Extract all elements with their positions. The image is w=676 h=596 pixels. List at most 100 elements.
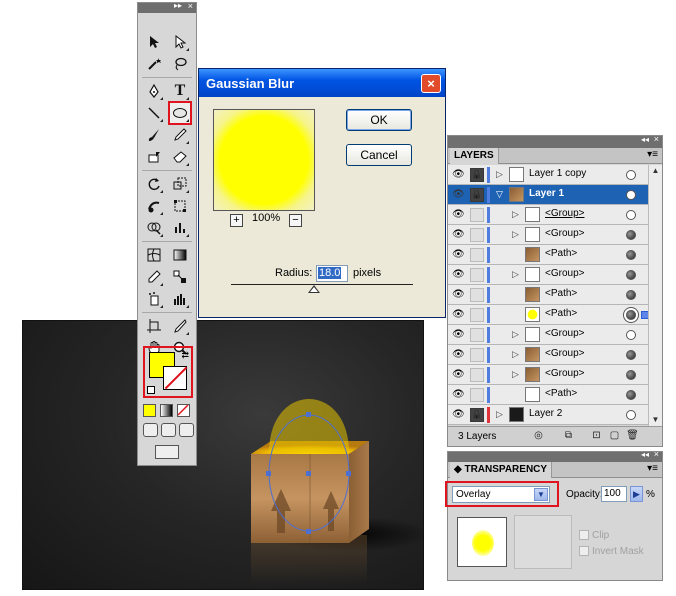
visibility-eye-icon[interactable]: 👁 <box>452 169 465 180</box>
clip-checkbox[interactable] <box>579 530 589 541</box>
close-icon[interactable]: × <box>421 74 441 93</box>
expand-triangle-icon[interactable]: ▷ <box>512 229 519 240</box>
visibility-eye-icon[interactable]: 👁 <box>452 229 465 240</box>
radius-slider-track[interactable] <box>231 284 413 285</box>
expand-triangle-icon[interactable]: ▷ <box>512 269 519 280</box>
transparency-panel-titlebar[interactable]: ◂◂ × <box>448 449 662 462</box>
draw-normal-button[interactable] <box>143 423 158 437</box>
default-colors-icon[interactable] <box>147 386 155 394</box>
lock-toggle[interactable] <box>470 288 484 302</box>
symbol-sprayer-tool[interactable] <box>144 289 164 309</box>
visibility-eye-icon[interactable]: 👁 <box>452 329 465 340</box>
expand-triangle-icon[interactable]: ▷ <box>512 349 519 360</box>
expand-triangle-icon[interactable]: ▷ <box>512 209 519 220</box>
layer-row[interactable]: 👁 ▷ <Group> <box>448 345 648 365</box>
panel-menu-icon[interactable]: ▾≡ <box>647 149 658 160</box>
visibility-eye-icon[interactable]: 👁 <box>452 389 465 400</box>
expand-triangle-icon[interactable]: ▷ <box>496 169 503 180</box>
blur-preview[interactable] <box>213 109 315 211</box>
layer-row[interactable]: 👁 ▷ <Group> <box>448 225 648 245</box>
scale-tool[interactable] <box>170 174 190 194</box>
clip-checkbox-row[interactable]: Clip <box>579 530 609 541</box>
chevron-down-icon[interactable]: ▼ <box>534 488 548 501</box>
visibility-eye-icon[interactable]: 👁 <box>452 409 465 420</box>
slice-tool[interactable] <box>170 316 190 336</box>
layer-row[interactable]: 👁 ▷ <Group> <box>448 265 648 285</box>
target-circle-icon[interactable] <box>626 310 636 320</box>
type-tool[interactable]: T <box>170 81 190 101</box>
close-icon[interactable]: × <box>188 1 193 11</box>
target-circle-icon[interactable] <box>626 370 636 380</box>
tools-panel-titlebar[interactable]: ▸▸ × <box>138 1 196 13</box>
target-circle-icon[interactable] <box>626 210 636 220</box>
close-icon[interactable]: × <box>654 449 659 459</box>
lock-toggle[interactable] <box>470 328 484 342</box>
lock-toggle[interactable] <box>470 308 484 322</box>
visibility-eye-icon[interactable]: 👁 <box>452 289 465 300</box>
blend-mode-select[interactable]: Overlay ▼ <box>452 486 550 503</box>
pencil-tool[interactable] <box>170 125 190 145</box>
tab-transparency[interactable]: ◆ TRANSPARENCY <box>450 462 553 478</box>
dialog-titlebar[interactable]: Gaussian Blur × <box>199 69 445 97</box>
layer-row[interactable]: 👁 🔒 ▷ Layer 2 <box>448 405 648 425</box>
none-mode-button[interactable] <box>177 404 190 417</box>
selection-tool[interactable] <box>144 32 164 52</box>
target-circle-icon[interactable] <box>626 390 636 400</box>
delete-layer-icon[interactable]: 🗑 <box>626 430 639 443</box>
visibility-eye-icon[interactable]: 👁 <box>452 369 465 380</box>
direct-selection-tool[interactable] <box>170 32 190 52</box>
eraser-tool[interactable] <box>170 147 190 167</box>
zoom-in-button[interactable]: + <box>230 214 243 227</box>
target-circle-icon[interactable] <box>626 170 636 180</box>
locate-object-icon[interactable]: ◎ <box>532 430 545 443</box>
graph-tool[interactable] <box>170 218 190 238</box>
eyedropper-tool[interactable] <box>144 267 164 287</box>
ellipse-tool[interactable] <box>168 101 192 125</box>
opacity-mask-thumbnail[interactable] <box>514 515 572 569</box>
paintbrush-tool[interactable] <box>144 125 164 145</box>
collapse-icon[interactable]: ▸▸ <box>174 1 182 10</box>
new-sublayer-icon[interactable]: ⊡ <box>590 430 603 443</box>
target-circle-icon[interactable] <box>626 330 636 340</box>
lock-toggle[interactable] <box>470 388 484 402</box>
expand-triangle-icon[interactable]: ▷ <box>496 409 503 420</box>
expand-triangle-icon[interactable]: ▷ <box>512 329 519 340</box>
target-circle-icon[interactable] <box>626 410 636 420</box>
color-mode-button[interactable] <box>143 404 156 417</box>
radius-slider-thumb[interactable] <box>308 285 320 293</box>
scroll-up-icon[interactable]: ▲ <box>650 166 661 177</box>
target-circle-icon[interactable] <box>626 250 636 260</box>
ok-button[interactable]: OK <box>346 109 412 131</box>
blend-tool[interactable] <box>170 267 190 287</box>
column-graph-tool[interactable] <box>170 289 190 309</box>
radius-input[interactable]: 18.0 <box>316 265 348 282</box>
layer-row[interactable]: 👁 🔒 ▽ Layer 1 <box>448 185 648 205</box>
target-circle-icon[interactable] <box>626 230 636 240</box>
layer-row[interactable]: 👁 <Path> <box>448 285 648 305</box>
panel-menu-icon[interactable]: ▾≡ <box>647 463 658 474</box>
layer-row[interactable]: 👁 🔒 ▷ Layer 1 copy <box>448 165 648 185</box>
artboard-tool[interactable] <box>144 316 164 336</box>
line-segment-tool[interactable] <box>144 103 164 123</box>
expand-triangle-icon[interactable]: ▷ <box>512 369 519 380</box>
object-thumbnail[interactable] <box>457 517 507 567</box>
lock-toggle[interactable] <box>470 248 484 262</box>
screen-mode-button[interactable] <box>155 445 179 459</box>
lock-toggle[interactable]: 🔒 <box>470 188 484 202</box>
swap-fill-stroke-icon[interactable]: ⇄ <box>181 350 189 361</box>
lock-toggle[interactable] <box>470 368 484 382</box>
make-clipping-mask-icon[interactable]: ⧉ <box>562 430 575 443</box>
layer-row[interactable]: 👁 ▷ <Group> <box>448 365 648 385</box>
visibility-eye-icon[interactable]: 👁 <box>452 209 465 220</box>
layer-row[interactable]: 👁 ▷ <Group> <box>448 325 648 345</box>
visibility-eye-icon[interactable]: 👁 <box>452 189 465 200</box>
opacity-input[interactable]: 100 <box>601 486 627 502</box>
expand-triangle-icon[interactable]: ▽ <box>496 189 503 200</box>
layer-row[interactable]: 👁 <Path> <box>448 305 649 325</box>
lock-toggle[interactable] <box>470 228 484 242</box>
visibility-eye-icon[interactable]: 👁 <box>452 309 465 320</box>
collapse-icon[interactable]: ◂◂ <box>641 450 649 459</box>
layer-row[interactable]: 👁 <Path> <box>448 245 648 265</box>
free-transform-tool[interactable] <box>170 196 190 216</box>
cardboard-box[interactable] <box>251 441 369 543</box>
